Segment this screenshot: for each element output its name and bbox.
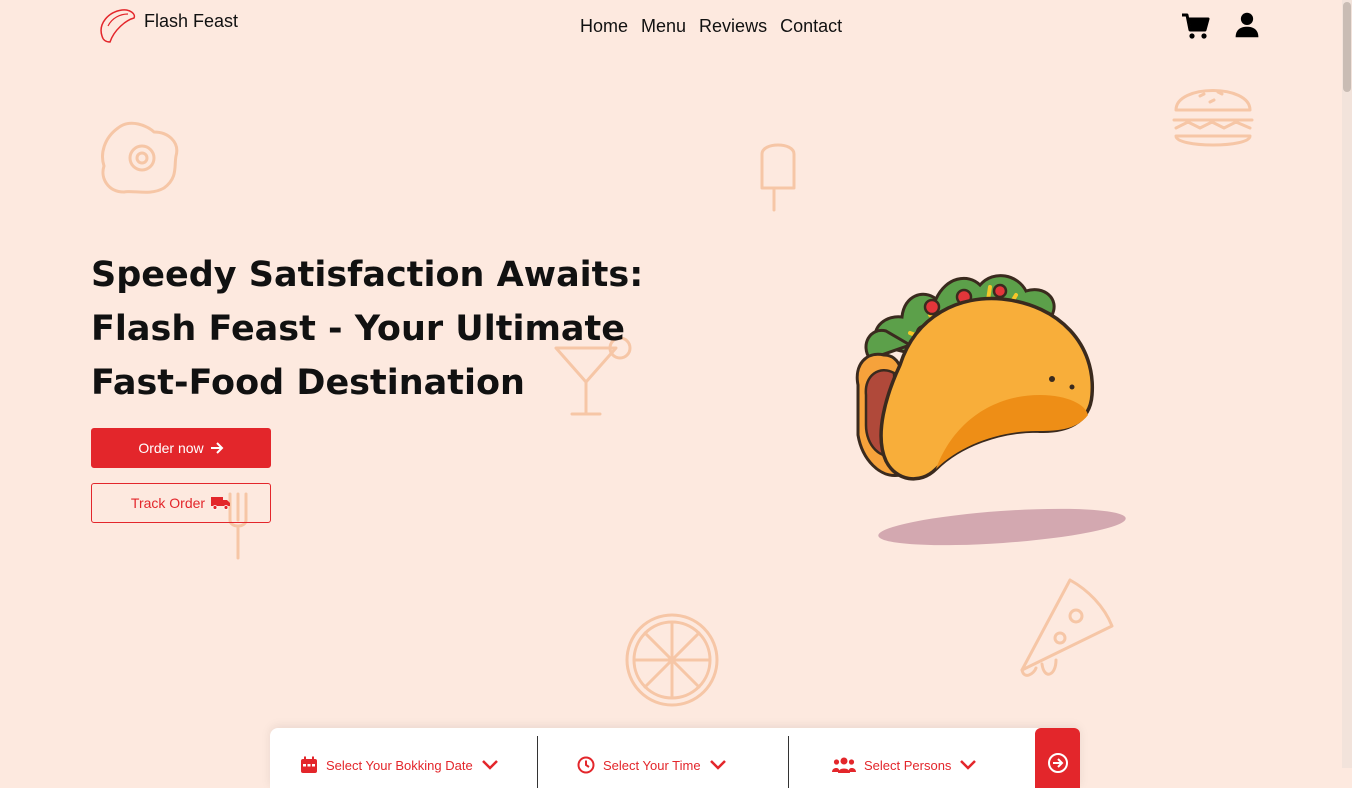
arrow-circle-right-icon (1047, 753, 1068, 773)
fried-egg-icon (98, 118, 184, 203)
booking-submit-button[interactable] (1035, 728, 1080, 788)
booking-persons-label: Select Persons (864, 757, 952, 773)
chevron-down-icon (481, 760, 498, 770)
booking-time-label: Select Your Time (603, 757, 701, 773)
booking-time-select[interactable]: Select Your Time (577, 728, 727, 788)
clock-icon (577, 756, 595, 774)
burger-icon (1170, 76, 1256, 157)
track-order-button[interactable]: Track Order (91, 483, 271, 523)
nav-contact[interactable]: Contact (780, 16, 842, 37)
cart-icon[interactable] (1180, 10, 1212, 42)
pizza-icon (622, 610, 722, 715)
pizza-slice-icon (1016, 576, 1118, 687)
popsicle-icon (756, 136, 800, 221)
chevron-down-icon (709, 760, 726, 770)
users-icon (832, 757, 856, 773)
page-scrollbar[interactable] (1342, 0, 1352, 768)
taco-logo-icon (100, 9, 136, 43)
main-nav: Home Menu Reviews Contact (580, 16, 842, 37)
scrollbar-thumb[interactable] (1343, 2, 1351, 92)
taco-illustration (840, 255, 1140, 555)
booking-persons-select[interactable]: Select Persons (832, 728, 977, 788)
order-now-label: Order now (138, 440, 204, 456)
order-now-button[interactable]: Order now (91, 428, 271, 468)
booking-date-label: Select Your Bokking Date (326, 757, 473, 773)
booking-date-select[interactable]: Select Your Bokking Date (300, 728, 499, 788)
chevron-down-icon (960, 760, 977, 770)
booking-divider (788, 736, 789, 788)
nav-menu[interactable]: Menu (641, 16, 686, 37)
nav-home[interactable]: Home (580, 16, 628, 37)
user-icon[interactable] (1233, 10, 1265, 42)
calendar-icon (301, 756, 317, 773)
brand-name: Flash Feast (144, 10, 239, 31)
track-order-label: Track Order (130, 495, 206, 511)
booking-divider (537, 736, 538, 788)
hero-title: Speedy Satisfaction Awaits: Flash Feast … (91, 255, 644, 403)
truck-icon (211, 497, 231, 510)
nav-reviews[interactable]: Reviews (699, 16, 767, 37)
brand-logo[interactable]: Flash Feast (96, 6, 238, 46)
arrow-right-icon (210, 442, 224, 454)
